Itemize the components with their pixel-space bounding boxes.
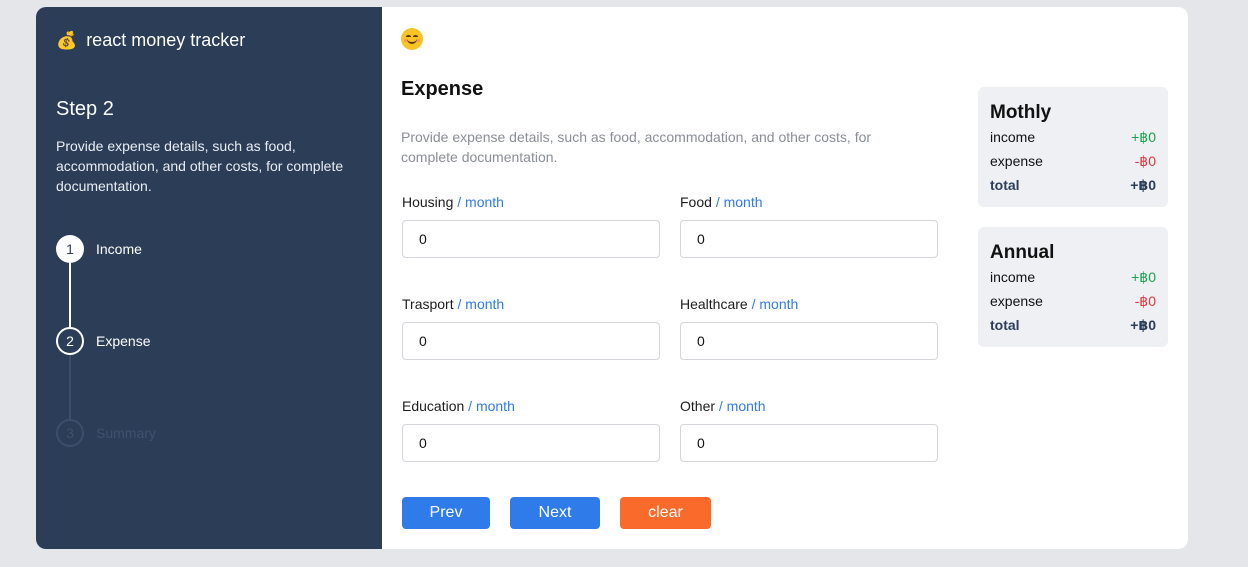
app-window: 💰 react money tracker Step 2 Provide exp…: [36, 7, 1188, 549]
housing-field: Housing / month: [402, 192, 660, 258]
expense-value: -฿0: [1134, 293, 1156, 309]
total-value: +฿0: [1130, 317, 1156, 333]
transport-field: Trasport / month: [402, 294, 660, 360]
food-field: Food / month: [680, 192, 938, 258]
healthcare-field: Healthcare / month: [680, 294, 938, 360]
monthly-expense-row: expense -฿0: [990, 153, 1156, 169]
education-field: Education / month: [402, 396, 660, 462]
card-title: Mothly: [990, 102, 1052, 123]
annual-total-row: total +฿0: [990, 317, 1156, 333]
other-field: Other / month: [680, 396, 938, 462]
step-number: 3: [56, 419, 84, 447]
step-connector-1-2: [69, 263, 71, 329]
prev-button[interactable]: Prev: [402, 497, 490, 529]
transport-input[interactable]: [402, 322, 660, 360]
field-label: Other / month: [680, 398, 766, 414]
income-value: +฿0: [1131, 269, 1156, 285]
step-label: Expense: [96, 333, 151, 349]
main-panel: Expense Provide expense details, such as…: [382, 7, 1188, 549]
education-input[interactable]: [402, 424, 660, 462]
annual-summary-card: Annual income +฿0 expense -฿0 total +฿0: [978, 227, 1168, 347]
page-title: Expense: [401, 78, 484, 100]
step-label: Income: [96, 241, 142, 257]
housing-input[interactable]: [402, 220, 660, 258]
app-brand: 💰 react money tracker: [56, 30, 245, 51]
app-title: react money tracker: [86, 30, 246, 50]
step-number: 2: [56, 327, 84, 355]
field-label: Housing / month: [402, 194, 504, 210]
healthcare-input[interactable]: [680, 322, 938, 360]
step-title: Step 2: [56, 98, 114, 120]
monthly-total-row: total +฿0: [990, 177, 1156, 193]
expense-value: -฿0: [1134, 153, 1156, 169]
field-label: Healthcare / month: [680, 296, 799, 312]
field-label: Trasport / month: [402, 296, 505, 312]
step-number: 1: [56, 235, 84, 263]
money-bag-icon: 💰: [56, 31, 78, 50]
page-description: Provide expense details, such as food, a…: [401, 129, 872, 165]
clear-button[interactable]: clear: [620, 497, 711, 529]
step-label: Summary: [96, 425, 156, 441]
sidebar: 💰 react money tracker Step 2 Provide exp…: [36, 7, 382, 549]
total-value: +฿0: [1130, 177, 1156, 193]
monthly-income-row: income +฿0: [990, 129, 1156, 145]
next-button[interactable]: Next: [510, 497, 600, 529]
field-label: Education / month: [402, 398, 515, 414]
step-description: Provide expense details, such as food, a…: [56, 138, 344, 194]
stepper-item-expense[interactable]: 2 Expense: [56, 327, 356, 357]
step-connector-2-3: [69, 355, 71, 421]
field-label: Food / month: [680, 194, 763, 210]
other-input[interactable]: [680, 424, 938, 462]
food-input[interactable]: [680, 220, 938, 258]
income-value: +฿0: [1131, 129, 1156, 145]
stepper-item-income[interactable]: 1 Income: [56, 235, 356, 265]
annual-income-row: income +฿0: [990, 269, 1156, 285]
smiling-face-icon: [401, 28, 423, 50]
card-title: Annual: [990, 242, 1055, 263]
monthly-summary-card: Mothly income +฿0 expense -฿0 total +฿0: [978, 87, 1168, 207]
annual-expense-row: expense -฿0: [990, 293, 1156, 309]
stepper-item-summary[interactable]: 3 Summary: [56, 419, 356, 449]
